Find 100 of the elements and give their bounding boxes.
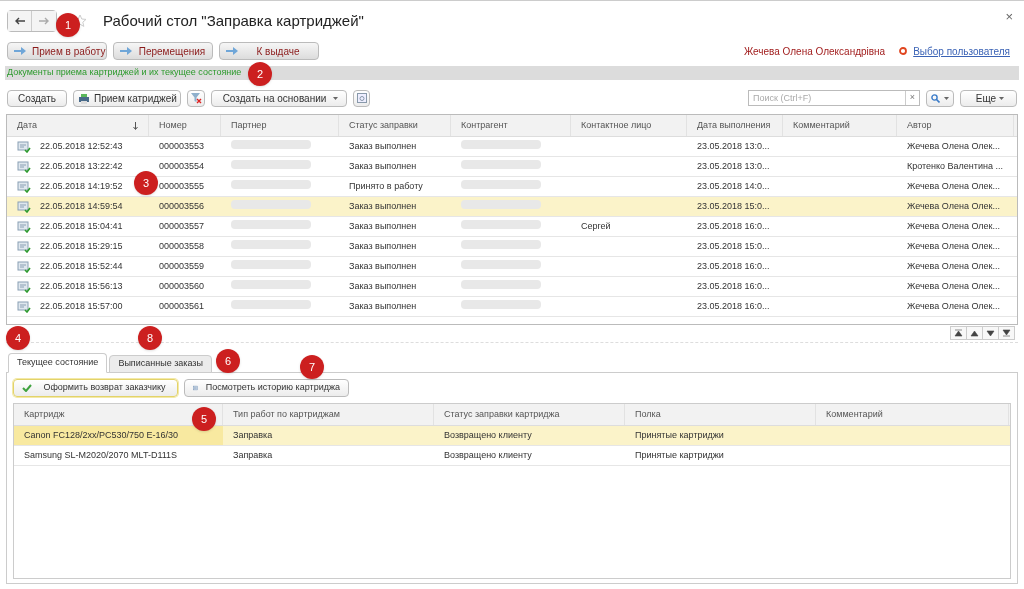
table-row[interactable]: 22.05.2018 15:57:00 000003561 Заказ выполнен 23.05.2018 16:0... Жечева Олена Олек... — [7, 297, 1017, 317]
table-cell-text: 23.05.2018 15:0... — [696, 239, 770, 253]
document-check-icon — [17, 220, 31, 233]
search-field[interactable]: Поиск (Ctrl+F) × — [748, 90, 920, 106]
table-cell-text: Заказ выполнен — [348, 219, 417, 233]
table-cell-text: Заказ выполнен — [348, 239, 417, 253]
table-cell-text: 23.05.2018 16:0... — [696, 259, 770, 273]
table-cell-text: 000003561 — [158, 299, 205, 313]
column-header[interactable]: Дата — [7, 115, 149, 136]
right-arrow-icon — [120, 47, 132, 55]
table-cell-text: 22.05.2018 13:22:42 — [40, 159, 123, 173]
create-button[interactable]: Создать — [7, 89, 67, 107]
table-cell-text: Samsung SL-M2020/2070 MLT-D111S — [24, 448, 178, 462]
annotation-marker: 2 — [248, 62, 272, 86]
table-cell-text: Жечева Олена Олек... — [906, 259, 1000, 273]
arrow-icon — [954, 329, 963, 337]
table-row[interactable]: 22.05.2018 13:22:42 000003554 Заказ выполнен 23.05.2018 13:0... Кротенко Валентина ... — [7, 157, 1017, 177]
column-header[interactable]: Полка — [625, 404, 816, 425]
table-cell-text: Заправка — [233, 448, 273, 462]
back-button[interactable] — [8, 11, 32, 31]
close-button[interactable]: × — [1005, 7, 1013, 27]
right-arrow-icon — [14, 47, 26, 55]
document-check-icon — [17, 240, 31, 253]
table-cell-text: 22.05.2018 15:56:13 — [40, 279, 123, 293]
table-cell-text: 22.05.2018 15:52:44 — [40, 259, 123, 273]
tab[interactable]: Текущее состояние — [8, 353, 108, 373]
caret-icon — [333, 96, 338, 100]
table-row[interactable]: 22.05.2018 15:56:13 000003560 Заказ выполнен 23.05.2018 16:0... Жечева Олена Олек... — [7, 277, 1017, 297]
table-cell-text: 23.05.2018 16:0... — [696, 279, 770, 293]
table-cell-text: Заказ выполнен — [348, 279, 417, 293]
receive-button[interactable]: Прием катриджей — [73, 89, 181, 107]
search-button[interactable] — [926, 89, 954, 107]
more-button[interactable]: Еще — [960, 89, 1017, 107]
table-cell-text: Жечева Олена Олек... — [906, 139, 1000, 153]
table-cell-text: Возвращено клиенту — [444, 428, 532, 442]
nav-button[interactable]: К выдаче — [219, 42, 319, 60]
table-cell-text: 23.05.2018 14:0... — [696, 179, 770, 193]
user-select-link[interactable]: Выбор пользователя — [913, 43, 1010, 59]
settings-button[interactable] — [353, 89, 370, 107]
column-header[interactable]: Партнер — [221, 115, 339, 136]
annotation-marker: 4 — [6, 326, 30, 350]
column-header[interactable]: Номер — [149, 115, 221, 136]
table-cell-text: Кротенко Валентина ... — [906, 159, 1003, 173]
table-row[interactable]: 22.05.2018 15:29:15 000003558 Заказ выполнен 23.05.2018 15:0... Жечева Олена Олек... — [7, 237, 1017, 257]
table-cell-text: Жечева Олена Олек... — [906, 299, 1000, 313]
filter-clear-button[interactable] — [187, 89, 205, 107]
table-cell-text: 23.05.2018 13:0... — [696, 139, 770, 153]
column-header[interactable]: Контрагент — [451, 115, 571, 136]
table-cell-text: 22.05.2018 15:04:41 — [40, 219, 123, 233]
column-header[interactable]: Комментарий — [816, 404, 1009, 425]
table-cell-text: Жечева Олена Олек... — [906, 279, 1000, 293]
column-header[interactable]: Контактное лицо — [571, 115, 687, 136]
table-cell-text: 000003553 — [158, 139, 205, 153]
table-cell-text: Принятые картриджи — [635, 448, 724, 462]
document-check-icon — [17, 300, 31, 313]
search-icon — [931, 93, 940, 103]
search-clear-button[interactable]: × — [905, 91, 919, 105]
column-header[interactable]: Статус заправки — [339, 115, 451, 136]
column-header[interactable]: Тип работ по картриджам — [223, 404, 434, 425]
nav-button[interactable]: Перемещения — [113, 42, 213, 60]
table-row[interactable]: Canon FC128/2xx/PC530/750 E-16/30 Заправка Возвращено клиенту Принятые картриджи — [14, 426, 1010, 446]
filter-clear-icon — [190, 92, 202, 104]
table-cell-text: Жечева Олена Олек... — [906, 179, 1000, 193]
table-cell-text: Заказ выполнен — [348, 159, 417, 173]
annotation-marker: 8 — [138, 326, 162, 350]
caret-icon — [944, 96, 949, 100]
table-cell-text: 22.05.2018 15:29:15 — [40, 239, 123, 253]
right-arrow-icon — [226, 47, 238, 55]
table-cell-text: 000003558 — [158, 239, 205, 253]
user-name: Жечева Олена Олександрівна — [743, 44, 886, 59]
table-row[interactable]: 22.05.2018 12:52:43 000003553 Заказ выполнен 23.05.2018 13:0... Жечева Олена Олек... — [7, 137, 1017, 157]
tab[interactable]: Выписанные заказы — [109, 355, 212, 373]
caret-icon — [999, 96, 1004, 100]
calendar-icon — [356, 93, 367, 103]
history-button[interactable]: Посмотреть историю картриджа — [184, 379, 349, 397]
return-button[interactable]: Оформить возврат заказчику — [13, 379, 178, 397]
sort-arrow-icon — [133, 121, 138, 130]
table-cell-text: Принято в работу — [348, 179, 423, 193]
table-cell-text: 23.05.2018 16:0... — [696, 219, 770, 233]
scroll-button[interactable] — [998, 326, 1015, 340]
column-header[interactable]: Дата выполнения — [687, 115, 783, 136]
table-cell-text: Заказ выполнен — [348, 139, 417, 153]
table-row[interactable]: 22.05.2018 15:52:44 000003559 Заказ выполнен 23.05.2018 16:0... Жечева Олена Олек... — [7, 257, 1017, 277]
table-cell-text: 000003560 — [158, 279, 205, 293]
column-header[interactable]: Статус заправки картриджа — [434, 404, 625, 425]
nav-button[interactable]: Прием в работу — [7, 42, 107, 60]
left-arrow-icon — [14, 17, 25, 25]
annotation-marker: 6 — [216, 349, 240, 373]
create-based-button[interactable]: Создать на основании — [211, 89, 347, 107]
column-header[interactable]: Комментарий — [783, 115, 897, 136]
table-row[interactable]: 22.05.2018 14:59:54 000003556 Заказ выполнен 23.05.2018 15:0... Жечева Олена Олек... — [7, 197, 1017, 217]
document-check-icon — [17, 180, 31, 193]
table-cell-text: Заказ выполнен — [348, 259, 417, 273]
table-row[interactable]: 22.05.2018 15:04:41 000003557 Заказ выполнен Сергей 23.05.2018 16:0... Жечева Олена Олек... — [7, 217, 1017, 237]
window-title: Рабочий стол "Заправка картриджей" — [103, 10, 364, 31]
table-cell-text: 000003555 — [158, 179, 205, 193]
table-cell-text: 000003556 — [158, 199, 205, 213]
column-header[interactable]: Автор — [897, 115, 1014, 136]
checkmark-icon — [22, 384, 32, 392]
table-cell-text: Возвращено клиенту — [444, 448, 532, 462]
